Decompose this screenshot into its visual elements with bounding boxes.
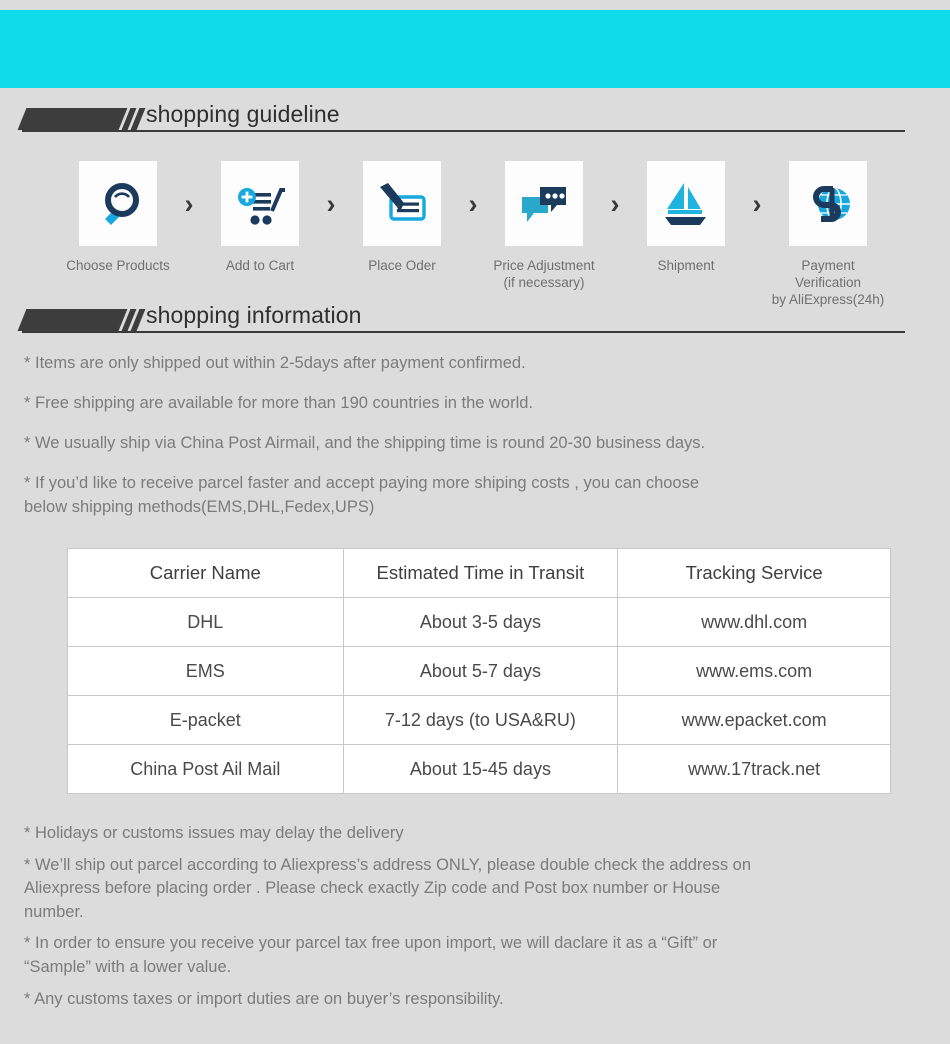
section-title-guideline: shopping guideline [146,101,340,127]
customs-note-line: * Any customs taxes or import duties are… [24,989,504,1008]
table-cell-transit: About 3-5 days [342,597,619,647]
page-root: shopping guideline Choose Products › Add… [0,0,950,1044]
step-payment-verification[interactable]: Payment Verification by AliExpress(24h) [770,161,886,308]
shipping-info-line: * We usually ship via China Post Airmail… [24,433,706,452]
table-row: E-packet 7-12 days (to USA&RU) www.epack… [67,695,891,745]
customs-note-line: * Holidays or customs issues may delay t… [24,824,404,842]
sailboat-icon [659,179,713,229]
section-title-information: shopping information [146,302,362,328]
heading-badge-shape [17,309,125,331]
customs-note-line: * In order to ensure you receive your pa… [24,934,718,976]
magnifier-icon [93,179,143,229]
step-shipment[interactable]: Shipment [628,161,744,274]
customs-notes-list: * Holidays or customs issues may delay t… [24,822,934,1019]
table-cell-carrier: China Post Ail Mail [67,744,344,794]
step-choose-products[interactable]: Choose Products [60,161,176,274]
step-icon-box [363,161,441,246]
table-cell-carrier: E-packet [67,695,344,745]
heading-rule [22,331,905,333]
shopping-steps: Choose Products › Add to Cart › Place Od… [60,161,895,308]
step-price-adjustment[interactable]: Price Adjustment (if necessary) [486,161,602,291]
chevron-right-icon: › [184,189,194,219]
chat-bubbles-icon [518,179,570,229]
heading-rule [22,130,905,132]
section-heading-guideline: shopping guideline [0,101,950,141]
table-row: EMS About 5-7 days www.ems.com [67,646,891,696]
table-cell-tracking[interactable]: www.dhl.com [617,597,891,647]
table-cell-tracking[interactable]: www.epacket.com [617,695,891,745]
add-to-cart-icon [234,179,286,229]
dollar-globe-icon [802,179,854,229]
chevron-right-icon: › [326,189,336,219]
table-row: China Post Ail Mail About 15-45 days www… [67,744,891,794]
table-header-cell: Tracking Service [617,548,891,598]
carrier-table: Carrier Name Estimated Time in Transit T… [67,548,891,794]
step-label: Payment Verification by AliExpress(24h) [771,258,885,307]
step-add-to-cart[interactable]: Add to Cart [202,161,318,274]
step-label: Price Adjustment (if necessary) [493,258,595,290]
shipping-info-line: * Free shipping are available for more t… [24,393,534,412]
chevron-right-icon: › [752,189,762,219]
step-icon-box [221,161,299,246]
step-place-order[interactable]: Place Oder [344,161,460,274]
section-heading-information: shopping information [0,302,950,342]
table-cell-transit: About 15-45 days [342,744,619,794]
table-header-row: Carrier Name Estimated Time in Transit T… [67,548,891,598]
shipping-info-line: * Items are only shipped out within 2-5d… [24,354,526,372]
table-cell-transit: About 5-7 days [342,646,619,696]
table-header-cell: Estimated Time in Transit [342,548,619,598]
step-icon-box [79,161,157,246]
step-label: Shipment [657,258,715,273]
step-icon-box [505,161,583,246]
chevron-right-icon: › [610,189,620,219]
shipping-info-line: * If you’d like to receive parcel faster… [24,473,700,516]
heading-badge-shape [17,108,125,130]
table-cell-tracking[interactable]: www.17track.net [617,744,891,794]
step-icon-box [647,161,725,246]
pen-form-icon [375,179,429,229]
top-banner [0,10,950,88]
table-cell-transit: 7-12 days (to USA&RU) [342,695,619,745]
table-row: DHL About 3-5 days www.dhl.com [67,597,891,647]
table-cell-carrier: EMS [67,646,344,696]
shipping-info-list: * Items are only shipped out within 2-5d… [24,352,929,536]
step-icon-box [789,161,867,246]
table-cell-carrier: DHL [67,597,344,647]
chevron-right-icon: › [468,189,478,219]
table-header-cell: Carrier Name [67,548,344,598]
step-label: Add to Cart [225,258,295,273]
customs-note-line: * We’ll ship out parcel according to Ali… [24,855,752,921]
table-cell-tracking[interactable]: www.ems.com [617,646,891,696]
step-label: Choose Products [66,258,170,273]
step-label: Place Oder [368,258,436,273]
